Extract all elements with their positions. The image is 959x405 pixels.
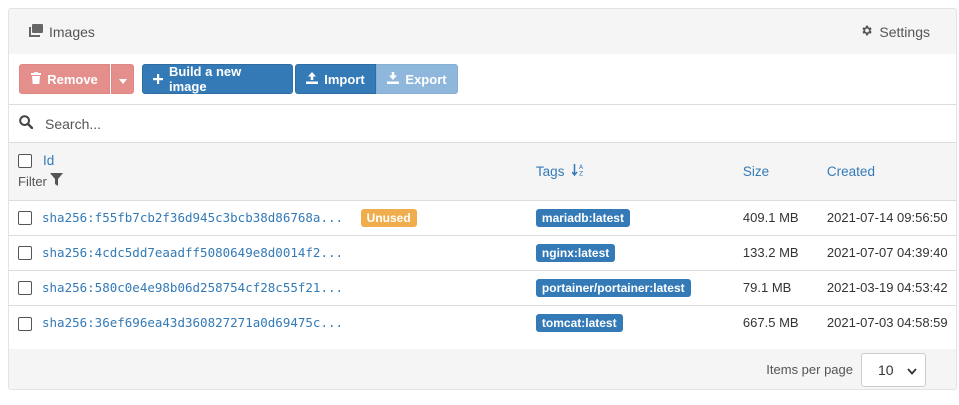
images-icon	[29, 24, 43, 40]
id-cell: sha256:36ef696ea43d360827271a0d69475c...	[42, 305, 536, 340]
row-checkbox[interactable]	[18, 246, 32, 261]
row-checkbox-cell	[9, 200, 42, 235]
remove-dropdown-toggle[interactable]	[111, 64, 134, 94]
select-all-checkbox[interactable]	[18, 153, 32, 168]
unused-badge: Unused	[360, 208, 417, 227]
page-title: Images	[49, 24, 95, 40]
tag-label: mariadb:latest	[535, 208, 630, 227]
size-cell: 667.5 MB	[742, 315, 799, 331]
trash-icon	[31, 71, 42, 87]
toolbar: Remove Build a new image Import Export	[9, 54, 956, 104]
remove-label: Remove	[47, 71, 98, 87]
caret-down-icon	[118, 72, 127, 87]
row-checkbox-cell	[9, 235, 42, 270]
upload-icon	[306, 71, 319, 87]
tags-label: Tags	[535, 163, 565, 179]
panel-body: Remove Build a new image Import Export S…	[9, 54, 956, 349]
size-cell: 79.1 MB	[742, 280, 792, 295]
search-input[interactable]	[43, 114, 643, 133]
tag-label: tomcat:latest	[535, 313, 623, 332]
row-checkbox[interactable]	[18, 211, 32, 226]
table-row: sha256:f55fb7cb2f36d945c3bcb38d86768a...…	[9, 200, 956, 235]
remove-button[interactable]: Remove	[19, 64, 110, 94]
id-column-header: Id Filter	[9, 143, 536, 200]
tag-cell: nginx:latest	[535, 235, 743, 270]
image-id-link[interactable]: sha256:4cdc5dd7eaadff5080649e8d0014f2...	[42, 245, 343, 260]
export-label: Export	[405, 71, 447, 87]
id-sort-link[interactable]: Id	[43, 153, 54, 168]
pagination-footer: Items per page 10	[9, 349, 956, 390]
filter-label: Filter	[18, 173, 47, 189]
table-row: sha256:580c0e4e98b06d258754cf28c55f21...…	[9, 270, 956, 305]
created-cell: 2021-03-19 04:53:42	[826, 280, 948, 295]
images-panel: Images Settings Remove Build a new image…	[8, 8, 957, 390]
created-column-header[interactable]: Created	[827, 143, 956, 200]
gear-icon	[860, 24, 873, 40]
search-bar	[9, 104, 956, 143]
export-button[interactable]: Export	[376, 64, 458, 94]
created-cell: 2021-07-14 09:56:50	[826, 210, 948, 225]
search-icon	[19, 115, 34, 132]
items-per-page-label: Items per page	[766, 362, 853, 377]
id-cell: sha256:580c0e4e98b06d258754cf28c55f21...	[42, 270, 536, 305]
tags-column-header[interactable]: Tags AZ	[536, 143, 743, 200]
tag-cell: mariadb:latest	[535, 200, 743, 235]
filter-toggle[interactable]: Filter	[18, 173, 536, 189]
row-checkbox-cell	[9, 270, 42, 305]
row-checkbox-cell	[9, 305, 42, 340]
size-column-header[interactable]: Size	[743, 143, 827, 200]
row-checkbox[interactable]	[18, 281, 32, 296]
filter-icon	[49, 173, 63, 189]
import-button[interactable]: Import	[295, 64, 376, 94]
images-table: Id Filter Tags AZ Size Created sha256:f5…	[9, 143, 956, 340]
chevron-down-icon	[907, 362, 917, 378]
svg-text:Z: Z	[579, 170, 583, 176]
id-cell: sha256:f55fb7cb2f36d945c3bcb38d86768a...…	[42, 200, 536, 235]
items-per-page-select[interactable]: 10	[861, 352, 926, 387]
row-checkbox[interactable]	[18, 316, 32, 331]
download-icon	[387, 71, 400, 87]
image-id-link[interactable]: sha256:36ef696ea43d360827271a0d69475c...	[42, 315, 343, 330]
created-cell: 2021-07-07 04:39:40	[826, 245, 948, 260]
table-row: sha256:4cdc5dd7eaadff5080649e8d0014f2...…	[9, 235, 956, 270]
settings-button[interactable]: Settings	[860, 24, 930, 40]
settings-label: Settings	[879, 24, 930, 40]
image-id-link[interactable]: sha256:f55fb7cb2f36d945c3bcb38d86768a...	[42, 210, 343, 225]
tag-cell: portainer/portainer:latest	[535, 270, 743, 305]
table-header-row: Id Filter Tags AZ Size Created	[9, 143, 956, 200]
tag-label: nginx:latest	[535, 243, 616, 262]
import-label: Import	[324, 71, 365, 87]
id-cell: sha256:4cdc5dd7eaadff5080649e8d0014f2...	[42, 235, 536, 270]
created-cell: 2021-07-03 04:58:59	[826, 315, 948, 331]
table-row: sha256:36ef696ea43d360827271a0d69475c...…	[9, 305, 956, 340]
size-cell: 133.2 MB	[742, 245, 799, 260]
plus-icon	[153, 72, 163, 87]
build-image-button[interactable]: Build a new image	[142, 64, 293, 94]
panel-title-group: Images	[29, 24, 95, 40]
build-label: Build a new image	[169, 64, 242, 94]
sort-alpha-icon: AZ	[571, 163, 586, 179]
size-cell: 409.1 MB	[742, 210, 799, 225]
tag-cell: tomcat:latest	[535, 305, 743, 340]
image-id-link[interactable]: sha256:580c0e4e98b06d258754cf28c55f21...	[42, 280, 343, 295]
panel-header: Images Settings	[9, 9, 956, 55]
tag-label: portainer/portainer:latest	[535, 278, 691, 297]
items-per-page-value: 10	[878, 361, 894, 378]
